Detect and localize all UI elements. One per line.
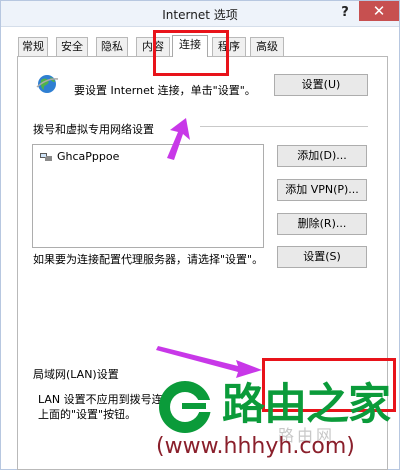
tab-advanced[interactable]: 高级 — [250, 37, 284, 56]
add-vpn-button[interactable]: 添加 VPN(P)... — [277, 179, 367, 201]
logo-icon — [159, 381, 212, 433]
tab-bar: 常规 安全 隐私 内容 连接 程序 高级 — [18, 35, 388, 57]
network-connection-icon — [40, 152, 52, 161]
tab-connections[interactable]: 连接 — [172, 35, 208, 57]
connection-list[interactable]: GhcaPppoe — [32, 144, 264, 248]
add-connection-button[interactable]: 添加(D)... — [277, 145, 367, 167]
lan-description-line1: LAN 设置不应用到拨号连 — [38, 393, 163, 406]
tab-privacy[interactable]: 隐私 — [96, 37, 128, 56]
lan-description-line2: 上面的"设置"按钮。 — [38, 408, 137, 421]
vpn-section-title: 拨号和虚拟专用网络设置 — [33, 123, 154, 136]
remove-connection-button[interactable]: 删除(R)... — [277, 213, 367, 235]
tab-general[interactable]: 常规 — [18, 37, 48, 56]
connection-name: GhcaPppoe — [57, 150, 120, 163]
vpn-settings-button[interactable]: 设置(S) — [277, 246, 367, 268]
close-icon: ✕ — [372, 2, 386, 20]
title-bar: Internet 选项 ? ✕ — [1, 1, 399, 27]
proxy-instructions: 如果要为连接配置代理服务器，请选择"设置"。 — [33, 253, 264, 266]
lan-section-title: 局域网(LAN)设置 — [33, 368, 119, 381]
list-item[interactable]: GhcaPppoe — [39, 150, 119, 163]
vpn-section-divider — [200, 126, 368, 127]
close-button[interactable]: ✕ — [359, 1, 399, 21]
setup-button[interactable]: 设置(U) — [274, 74, 368, 96]
globe-icon — [36, 75, 59, 93]
help-button[interactable]: ? — [331, 3, 359, 23]
brand-site: (www.hhhyh.com) — [156, 434, 355, 459]
setup-instructions: 要设置 Internet 连接，单击"设置"。 — [74, 84, 256, 97]
tab-security[interactable]: 安全 — [56, 37, 88, 56]
